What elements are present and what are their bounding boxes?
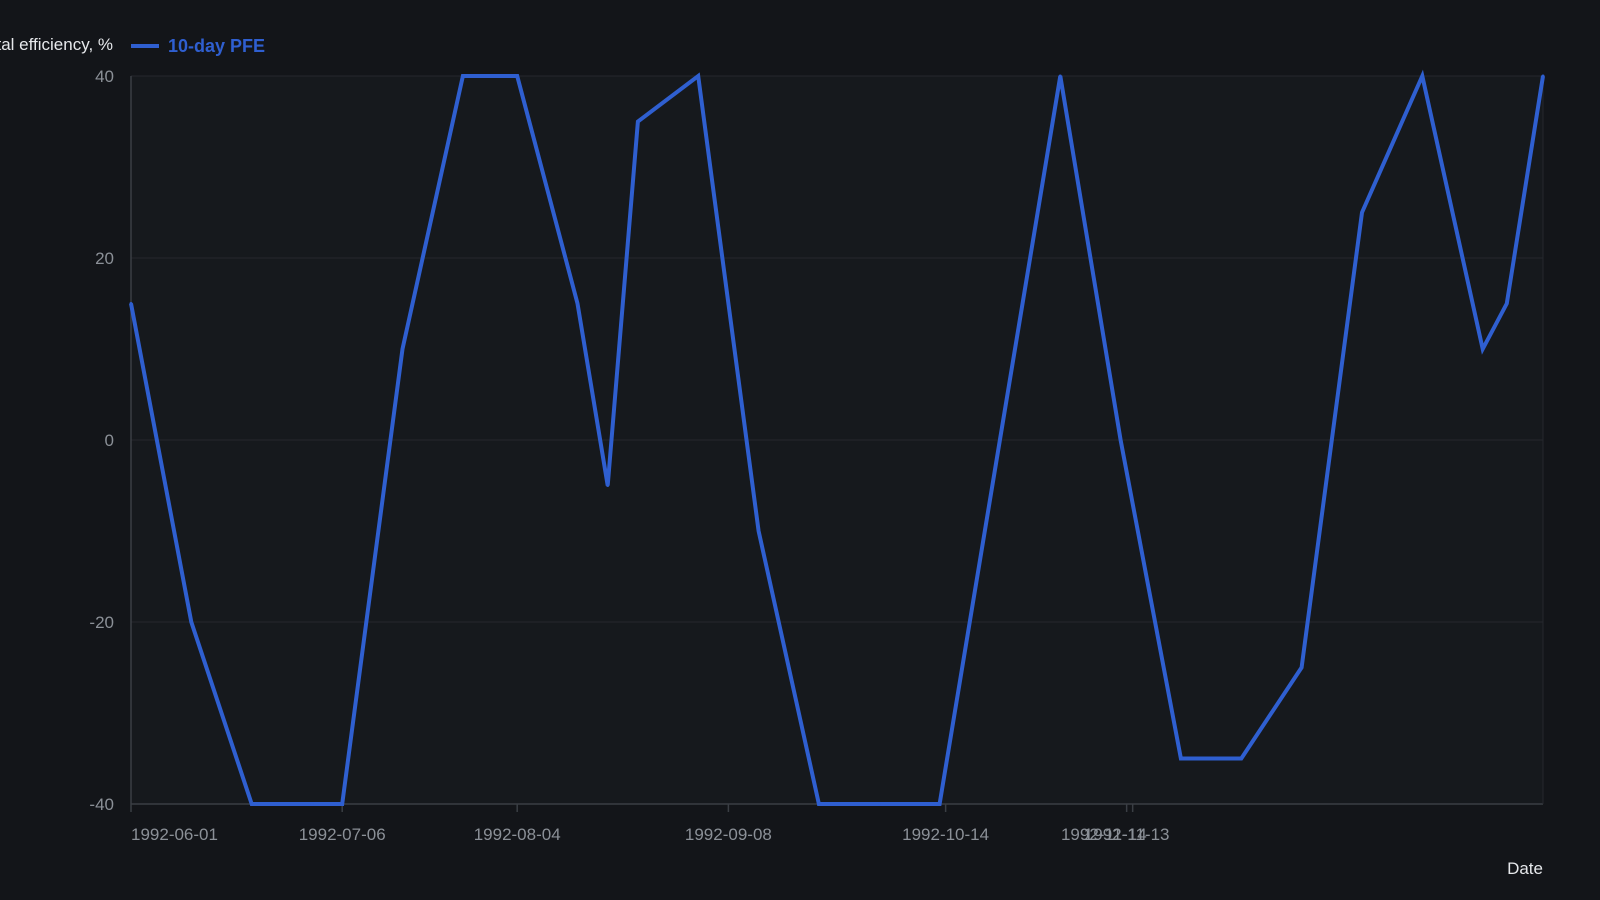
data-point [1541, 74, 1545, 78]
data-point [636, 120, 640, 123]
data-point [340, 802, 344, 806]
data-point [461, 74, 465, 78]
x-tick-label: 1992-08-04 [474, 825, 561, 844]
y-axis-title: Polarized fractal efficiency, % [0, 35, 113, 54]
data-point [817, 802, 821, 806]
data-point [401, 347, 405, 351]
data-point [1505, 302, 1509, 305]
x-tick-label: 1992-10-14 [902, 825, 989, 844]
x-axis-title: Date [1507, 859, 1543, 878]
data-point [1360, 211, 1364, 214]
data-point [310, 802, 314, 806]
y-tick-label: -40 [89, 795, 114, 814]
y-tick-label: -20 [89, 613, 114, 632]
data-point [576, 302, 580, 305]
y-tick-label: 40 [95, 67, 114, 86]
y-tick-label: 0 [105, 431, 114, 450]
data-point [1300, 666, 1304, 669]
data-point [938, 802, 942, 806]
x-tick-label: 1992-06-01 [131, 825, 218, 844]
data-point [1481, 347, 1485, 351]
data-point [1058, 74, 1062, 78]
data-point [877, 802, 881, 806]
y-tick-label: 20 [95, 249, 114, 268]
data-point [606, 484, 610, 487]
data-point [757, 529, 761, 533]
data-point [1119, 438, 1123, 442]
legend[interactable]: 10-day PFE [131, 36, 265, 56]
data-point [1179, 757, 1183, 760]
data-point [250, 802, 254, 806]
x-tick-labels: 1992-06-01 1992-07-06 1992-08-04 1992-09-08… [131, 825, 1169, 844]
data-point [1420, 74, 1424, 78]
data-point [515, 74, 519, 78]
data-point [1239, 757, 1243, 760]
data-point [998, 438, 1002, 442]
y-tick-labels: 40 20 0 -20 -40 [89, 67, 114, 814]
data-point [189, 620, 193, 624]
x-tick-label: 1992-07-06 [299, 825, 386, 844]
data-point [696, 74, 700, 78]
pfe-line-chart: 40 20 0 -20 -40 1992-06-01 1992-07-06 1992-08-… [0, 35, 1545, 878]
x-tick-label: 1992-09-08 [685, 825, 772, 844]
x-tick-label: 1992-11-14 [1061, 825, 1147, 844]
legend-label: 10-day PFE [168, 36, 265, 56]
data-point [129, 302, 133, 305]
